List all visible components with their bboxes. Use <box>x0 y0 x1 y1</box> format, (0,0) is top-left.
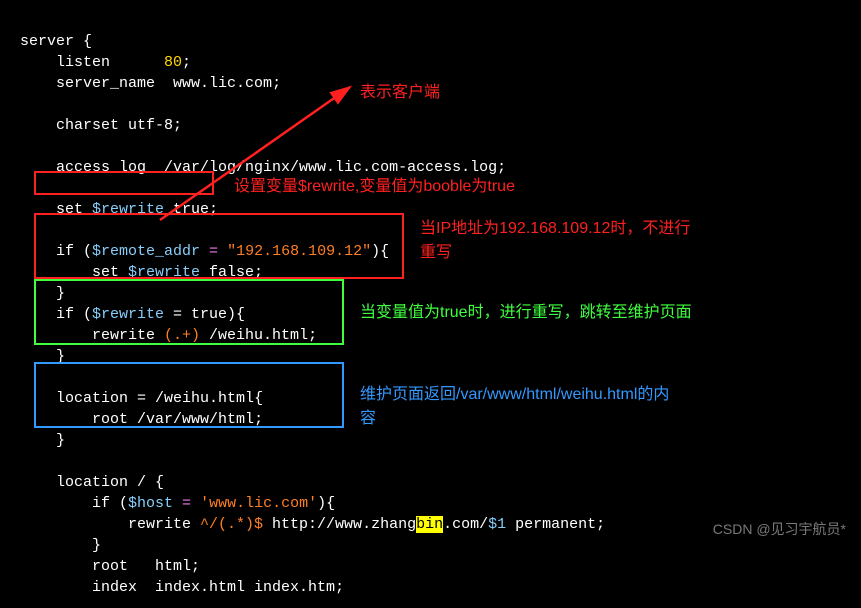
annotation-true-rewrite: 当变量值为true时，进行重写，跳转至维护页面 <box>360 298 692 322</box>
highlighted-text: bin <box>416 516 443 533</box>
watermark: CSDN @见习宇航员* <box>713 519 846 539</box>
highlight-box-if-remote-addr <box>34 213 404 279</box>
annotation-maintenance-page: 维护页面返回/var/www/html/weihu.html的内 容 <box>360 380 669 428</box>
highlight-box-if-rewrite-true <box>34 279 344 345</box>
code-line: listen <box>20 54 164 71</box>
code-line: server { <box>20 33 92 50</box>
annotation-set-variable: 设置变量$rewrite,变量值为booble为true <box>234 172 515 196</box>
annotation-ip-match: 当IP地址为192.168.109.12时，不进行 重写 <box>420 214 690 262</box>
highlight-box-set-rewrite <box>34 171 214 195</box>
annotation-client: 表示客户端 <box>360 78 440 102</box>
highlight-box-location-weihu <box>34 362 344 428</box>
